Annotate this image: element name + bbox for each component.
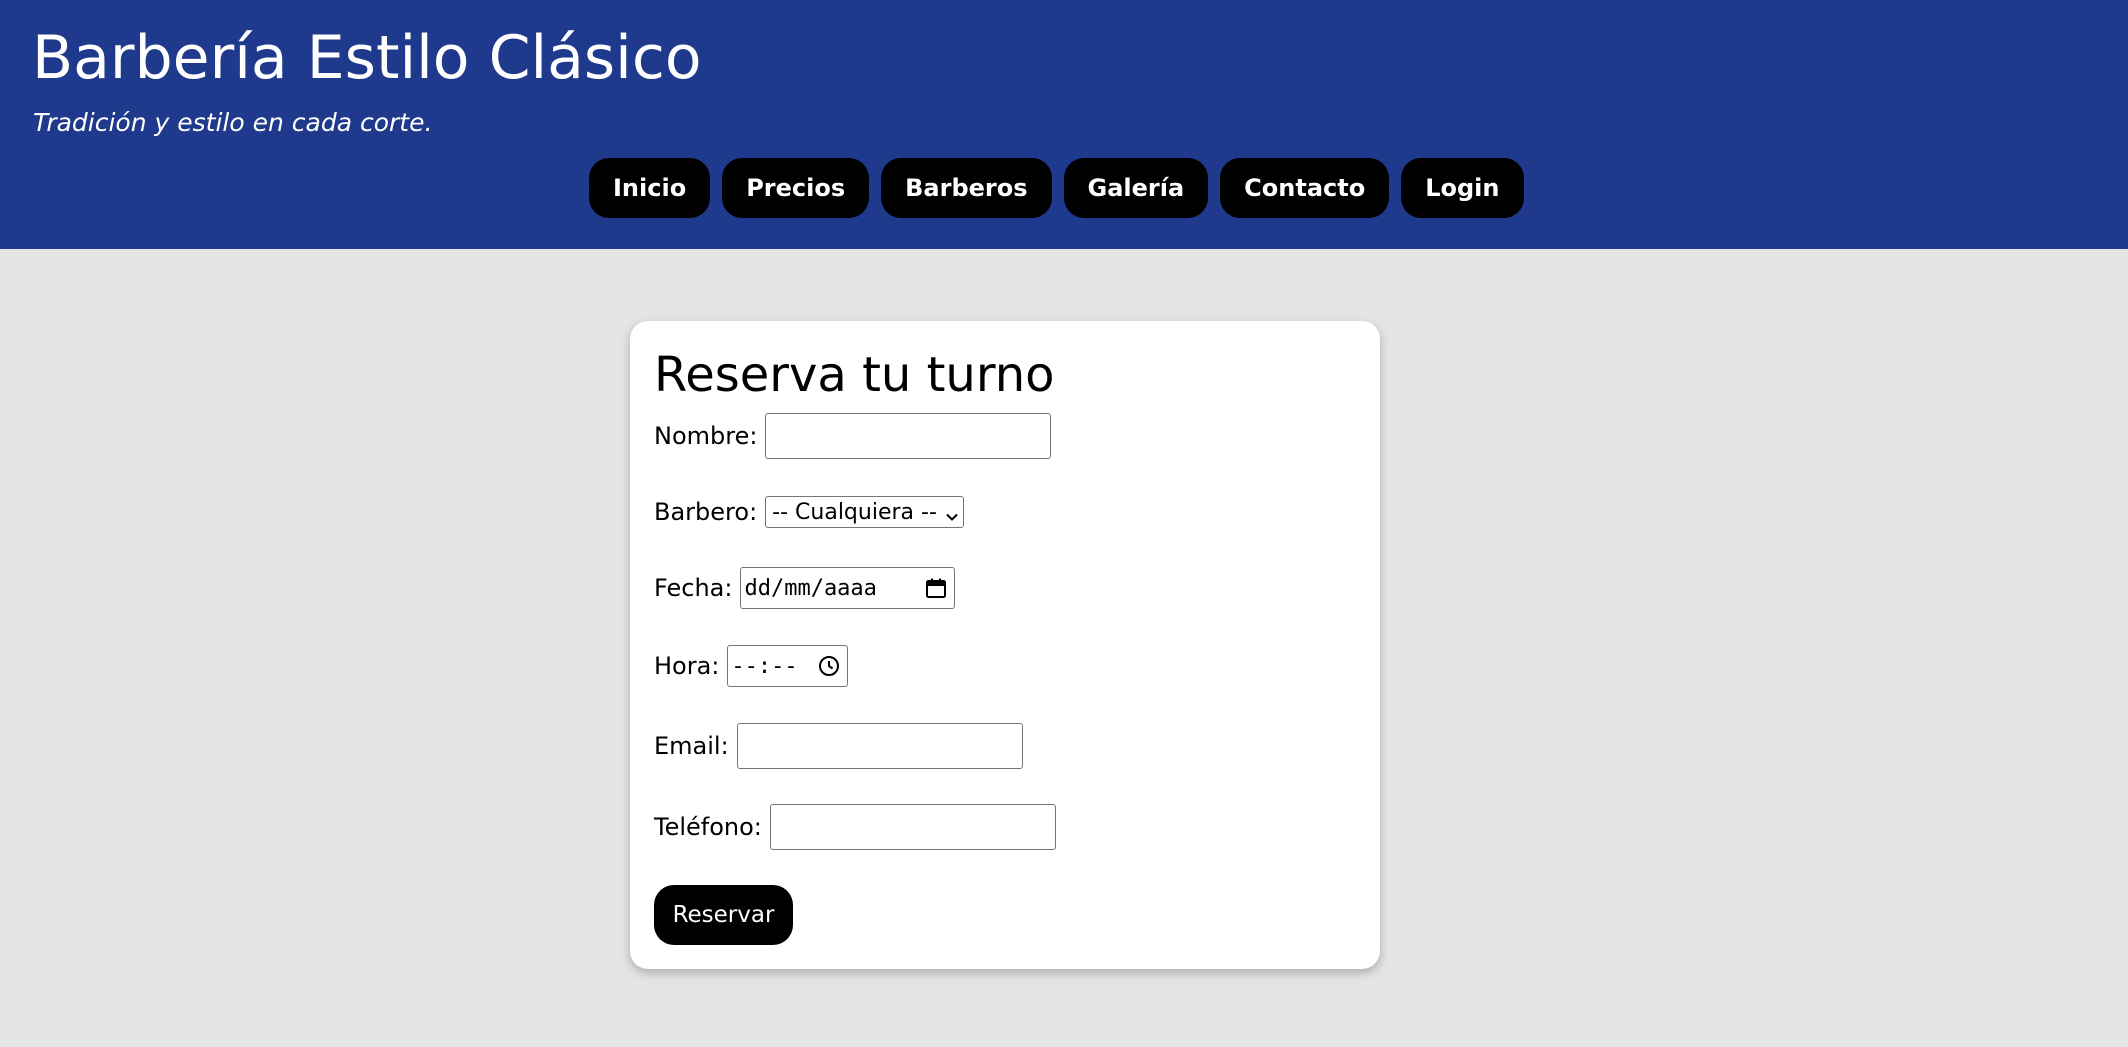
nav-link-contacto[interactable]: Contacto (1220, 158, 1390, 218)
email-input[interactable] (736, 723, 1023, 769)
booking-title: Reserva tu turno (654, 347, 1055, 403)
telefono-label: Teléfono: (654, 813, 762, 841)
fecha-placeholder: dd/mm/aaaa (744, 575, 877, 601)
fecha-label: Fecha: (654, 574, 733, 602)
barbero-selected-value: -- Cualquiera -- (772, 499, 937, 525)
calendar-icon[interactable] (924, 576, 948, 600)
nav-link-inicio[interactable]: Inicio (589, 158, 711, 218)
barbero-row: Barbero: -- Cualquiera -- (654, 489, 964, 535)
barbero-label: Barbero: (654, 498, 758, 526)
nav-link-barberos[interactable]: Barberos (881, 158, 1052, 218)
site-tagline: Tradición y estilo en cada corte. (33, 108, 433, 137)
nombre-input[interactable] (765, 413, 1052, 459)
fecha-input[interactable]: dd/mm/aaaa (740, 567, 956, 609)
email-label: Email: (654, 732, 729, 760)
reservar-button[interactable]: Reservar (654, 885, 793, 945)
nav-link-login[interactable]: Login (1401, 158, 1524, 218)
fecha-row: Fecha: dd/mm/aaaa (654, 565, 956, 611)
nombre-row: Nombre: (654, 413, 1052, 459)
booking-card: Reserva tu turno Nombre: Barbero: -- Cua… (630, 321, 1380, 969)
chevron-down-icon (945, 505, 959, 521)
site-header: Barbería Estilo Clásico Tradición y esti… (0, 0, 2128, 249)
hora-input[interactable]: --:-- (727, 645, 849, 687)
hora-label: Hora: (654, 652, 720, 680)
main-nav: Inicio Precios Barberos Galería Contacto… (589, 158, 1524, 218)
telefono-input[interactable] (769, 804, 1056, 850)
nav-link-precios[interactable]: Precios (722, 158, 870, 218)
telefono-row: Teléfono: (654, 804, 1056, 850)
clock-icon[interactable] (817, 654, 841, 678)
barbero-select[interactable]: -- Cualquiera -- (765, 496, 964, 528)
hora-placeholder: --:-- (731, 653, 798, 679)
site-title: Barbería Estilo Clásico (32, 23, 702, 93)
nav-link-galeria[interactable]: Galería (1063, 158, 1209, 218)
nombre-label: Nombre: (654, 422, 758, 450)
hora-row: Hora: --:-- (654, 643, 849, 689)
email-row: Email: (654, 723, 1023, 769)
